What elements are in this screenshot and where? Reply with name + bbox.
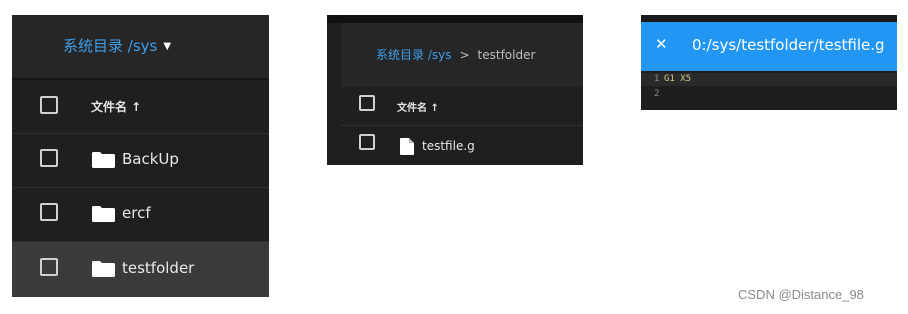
- folder-icon: [92, 152, 115, 168]
- breadcrumb-separator: >: [459, 48, 470, 62]
- select-all-checkbox[interactable]: [359, 95, 375, 111]
- editor-title: 0:/sys/testfolder/testfile.g: [692, 36, 885, 54]
- caret-down-icon[interactable]: ▼: [163, 41, 171, 52]
- close-icon[interactable]: ✕: [655, 35, 668, 53]
- column-header-filename[interactable]: 文件名 ↑: [397, 99, 439, 114]
- breadcrumb-current: testfolder: [477, 48, 536, 62]
- table-row[interactable]: testfile.g: [341, 126, 583, 164]
- line-number: 2: [654, 89, 660, 99]
- code-editor[interactable]: 1 G1 X5 2: [641, 71, 897, 110]
- window-edge: [327, 15, 583, 23]
- breadcrumb-root[interactable]: 系统目录 /sys: [376, 48, 451, 62]
- row-checkbox[interactable]: [40, 149, 58, 167]
- line-number: 1: [654, 74, 660, 84]
- line-text[interactable]: G1 X5: [664, 74, 691, 84]
- code-line[interactable]: 2: [641, 88, 897, 101]
- file-name[interactable]: testfile.g: [422, 139, 475, 153]
- editor-titlebar: ✕ 0:/sys/testfolder/testfile.g: [641, 22, 897, 71]
- breadcrumb-bar: 系统目录 /sys ▼: [12, 15, 269, 80]
- breadcrumb-label[interactable]: 系统目录 /sys: [63, 37, 157, 55]
- folder-icon: [92, 206, 115, 222]
- table-row[interactable]: ercf: [12, 188, 269, 242]
- file-editor: ✕ 0:/sys/testfolder/testfile.g 1 G1 X5 2: [641, 15, 897, 110]
- file-name[interactable]: BackUp: [122, 150, 179, 168]
- table-row[interactable]: testfolder: [12, 242, 269, 297]
- file-name[interactable]: ercf: [122, 204, 151, 222]
- table-row[interactable]: BackUp: [12, 134, 269, 188]
- table-header-row: 文件名 ↑: [341, 87, 583, 126]
- file-icon: [400, 138, 414, 155]
- breadcrumb[interactable]: 系统目录 /sys ▼: [63, 35, 171, 56]
- row-checkbox[interactable]: [40, 203, 58, 221]
- row-checkbox[interactable]: [40, 258, 58, 276]
- column-header-filename[interactable]: 文件名 ↑: [91, 98, 141, 115]
- select-all-checkbox[interactable]: [40, 96, 58, 114]
- file-browser-testfolder: 系统目录 /sys > testfolder 文件名 ↑ testfile.g: [327, 15, 583, 165]
- table-header-row: 文件名 ↑: [12, 80, 269, 134]
- row-checkbox[interactable]: [359, 134, 375, 150]
- watermark: CSDN @Distance_98: [738, 287, 864, 302]
- folder-icon: [92, 261, 115, 277]
- file-browser-sys: 系统目录 /sys ▼ 文件名 ↑ BackUp ercf testfolder: [12, 15, 269, 297]
- file-name[interactable]: testfolder: [122, 259, 194, 277]
- code-line[interactable]: 1 G1 X5: [641, 73, 897, 86]
- breadcrumb: 系统目录 /sys > testfolder: [376, 46, 535, 63]
